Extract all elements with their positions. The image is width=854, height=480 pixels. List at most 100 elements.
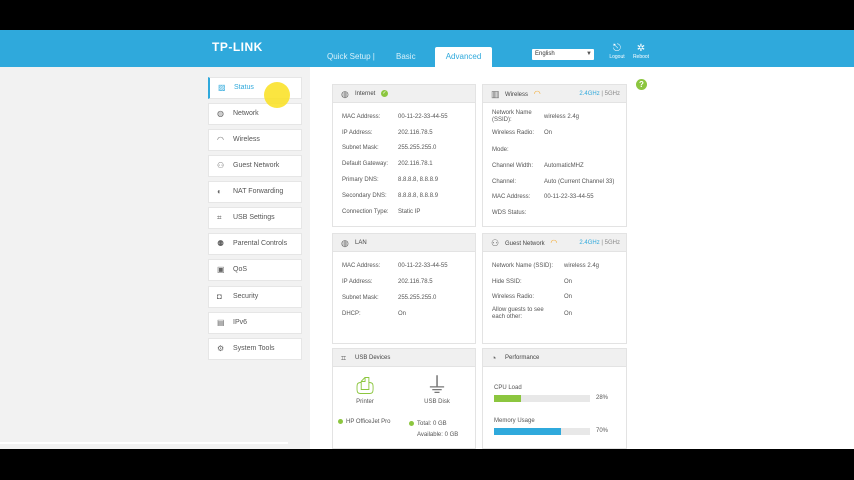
ipv6-icon: ▤ <box>217 318 225 327</box>
nat-icon: ◐ <box>217 187 222 196</box>
sidebar-item-nat-forwarding[interactable]: ◐ NAT Forwarding <box>208 181 302 203</box>
row-value: 00-11-22-33-44-55 <box>398 263 448 269</box>
tab-basic[interactable]: Basic <box>396 52 416 61</box>
sidebar-item-usb-settings[interactable]: ⌗ USB Settings <box>208 207 302 229</box>
gear-icon: ⚙ <box>217 344 225 353</box>
usb-icon: ⌗ <box>341 353 347 363</box>
language-select[interactable]: English ▼ <box>532 49 594 60</box>
sidebar-item-wireless[interactable]: ◠ Wireless <box>208 129 302 151</box>
sidebar-item-parental-controls[interactable]: ⚉ Parental Controls <box>208 233 302 255</box>
row-label: Network Name (SSID): <box>492 110 532 123</box>
status-dot <box>409 421 414 426</box>
sidebar-item-system-tools[interactable]: ⚙ System Tools <box>208 338 302 360</box>
row-label: Channel Width: <box>492 163 534 169</box>
row-label: Subnet Mask: <box>342 145 379 151</box>
printer-name-row: HP OfficeJet Pro <box>338 419 390 425</box>
band-5ghz-link[interactable]: 5GHz <box>605 91 620 97</box>
row-label: Hide SSID: <box>492 279 522 285</box>
guests-icon: ⚇ <box>491 238 500 248</box>
row-value: 255.255.255.0 <box>398 295 437 301</box>
row-value: 00-11-22-33-44-55 <box>544 194 594 200</box>
row-label: Subnet Mask: <box>342 295 379 301</box>
usb-card-header: ⌗ USB Devices <box>333 349 475 367</box>
row-value: 202.116.78.5 <box>398 279 433 285</box>
sidebar-item-guest-network[interactable]: ⚇ Guest Network <box>208 155 302 177</box>
row-value: 00-11-22-33-44-55 <box>398 114 448 120</box>
qos-icon: ▣ <box>217 265 225 274</box>
sidebar-item-label: Status <box>234 84 254 91</box>
printer-device[interactable]: ⎙ Printer <box>347 373 383 405</box>
row-value: On <box>564 279 573 285</box>
sidebar-divider <box>0 442 288 444</box>
row-value: 8.8.8.8, 8.8.8.9 <box>398 193 439 199</box>
band-separator: | <box>601 240 603 246</box>
sidebar-item-label: IPv6 <box>233 319 248 326</box>
guests-icon: ⚇ <box>217 161 225 170</box>
usb-icon: ⌗ <box>217 213 222 222</box>
row-value: wireless 2.4g <box>544 114 580 120</box>
logout-button[interactable]: ⎋ Logout <box>607 43 627 60</box>
sidebar-item-ipv6[interactable]: ▤ IPv6 <box>208 312 302 334</box>
guest-network-card: ⚇ Guest Network ◠ 2.4GHz | 5GHz Network … <box>482 233 627 344</box>
row-label: Secondary DNS: <box>342 193 387 199</box>
tab-quick-setup[interactable]: Quick Setup | <box>327 52 375 61</box>
sidebar-item-label: USB Settings <box>233 214 275 221</box>
row-value: On <box>564 311 573 317</box>
disk-available: Available: 0 GB <box>417 432 459 438</box>
row-label: WDS Status: <box>492 210 527 216</box>
sidebar-item-label: Parental Controls <box>233 240 288 247</box>
router-icon: ▥ <box>491 89 500 99</box>
sidebar-item-network[interactable]: ◍ Network <box>208 103 302 125</box>
reboot-label: Reboot <box>632 54 650 60</box>
lan-title: LAN <box>355 240 367 246</box>
row-value: On <box>564 294 573 300</box>
reboot-icon: ✲ <box>636 43 646 54</box>
printer-label: Printer <box>356 399 374 405</box>
lan-card: ◍ LAN MAC Address: 00-11-22-33-44-55 IP A… <box>332 233 476 344</box>
usb-title: USB Devices <box>355 355 391 361</box>
row-value: Auto (Current Channel 33) <box>544 179 615 185</box>
usb-disk-device[interactable]: ⏚ USB Disk <box>419 373 455 405</box>
wifi-icon: ◠ <box>217 135 224 144</box>
cpu-load-bar <box>494 395 590 402</box>
row-label: IP Address: <box>342 279 373 285</box>
help-icon[interactable]: ? <box>636 79 647 90</box>
row-label: IP Address: <box>342 130 373 136</box>
row-value: Static IP <box>398 209 421 215</box>
globe-icon: ◍ <box>341 89 349 99</box>
memory-usage-percent: 70% <box>596 428 609 434</box>
sidebar-item-label: Security <box>233 293 259 300</box>
row-value: wireless 2.4g <box>564 263 600 269</box>
row-label: Wireless Radio: <box>492 294 535 300</box>
band-24ghz-link[interactable]: 2.4GHz <box>579 91 599 97</box>
sidebar-item-security[interactable]: ◘ Security <box>208 286 302 308</box>
parental-icon: ⚉ <box>217 239 225 248</box>
cpu-load-label: CPU Load <box>494 385 522 391</box>
mouse-cursor-highlight <box>264 82 290 108</box>
guest-card-header: ⚇ Guest Network ◠ 2.4GHz | 5GHz <box>483 234 626 252</box>
tab-advanced[interactable]: Advanced <box>435 47 492 67</box>
check-icon: ✓ <box>381 89 389 97</box>
status-chart-icon: ▨ <box>218 83 226 92</box>
wireless-title: Wireless <box>505 92 529 98</box>
memory-usage-label: Memory Usage <box>494 418 535 424</box>
lan-card-header: ◍ LAN <box>333 234 475 252</box>
cpu-load-percent: 28% <box>596 395 609 401</box>
row-value: 8.8.8.8, 8.8.8.9 <box>398 177 439 183</box>
band-24ghz-link[interactable]: 2.4GHz <box>579 240 599 246</box>
sidebar-item-qos[interactable]: ▣ QoS <box>208 259 302 281</box>
band-switch: 2.4GHz | 5GHz <box>579 85 620 103</box>
performance-card-header: ◔ Performance <box>483 349 626 367</box>
row-label: Mode: <box>492 147 509 153</box>
reboot-button[interactable]: ✲ Reboot <box>631 43 651 60</box>
memory-usage-fill <box>494 428 562 435</box>
printer-name: HP OfficeJet Pro <box>346 419 391 426</box>
band-5ghz-link[interactable]: 5GHz <box>605 240 620 246</box>
row-value: On <box>544 130 553 136</box>
row-value: AutomaticMHZ <box>544 163 584 169</box>
printer-icon: ⎙ <box>356 373 374 398</box>
row-label: MAC Address: <box>342 263 381 269</box>
logout-icon: ⎋ <box>613 43 621 54</box>
usb-disk-label: USB Disk <box>424 399 450 405</box>
row-label: Allow guests to see each other: <box>492 307 544 320</box>
